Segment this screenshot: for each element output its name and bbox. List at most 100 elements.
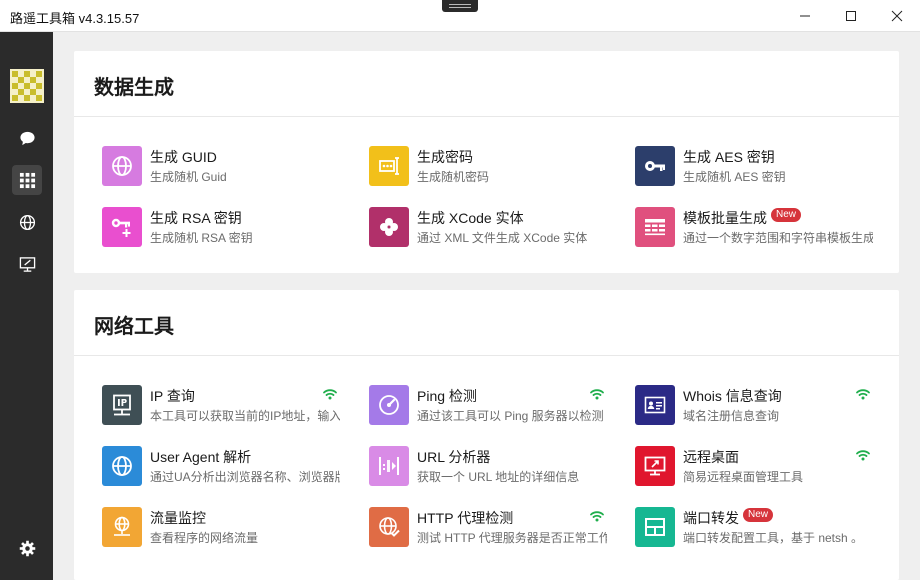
minimize-button[interactable] (782, 0, 828, 32)
tool-icon-tile (102, 146, 142, 186)
password-field-icon (379, 157, 399, 175)
tool-name-text: IP 查询 (150, 388, 195, 404)
tool-name-text: HTTP 代理检测 (417, 510, 514, 526)
tool-item[interactable]: URL 分析器 获取一个 URL 地址的详细信息 (369, 444, 609, 488)
tool-name: Ping 检测 (417, 386, 477, 406)
tool-name-text: User Agent 解析 (150, 449, 252, 465)
new-badge: New (743, 508, 774, 522)
tool-description: 通过该工具可以 Ping 服务器以检测 (417, 409, 604, 423)
tool-name: 生成 XCode 实体 (417, 208, 524, 228)
key-plus-icon (111, 218, 131, 237)
tool-name-text: Whois 信息查询 (683, 388, 782, 404)
tool-name-text: 生成 XCode 实体 (417, 210, 524, 226)
tool-icon-tile (102, 507, 142, 547)
monitor-icon (19, 256, 35, 272)
tool-name: 流量监控 (150, 508, 206, 528)
globe-icon (112, 156, 132, 176)
tool-item[interactable]: IP 查询本工具可以获取当前的IP地址，输入 (102, 383, 342, 427)
globe-icon (112, 456, 132, 476)
tool-name-text: 流量监控 (150, 510, 206, 526)
tool-item[interactable]: User Agent 解析 通过UA分析出浏览器名称、浏览器版 (102, 444, 342, 488)
tool-item[interactable]: 生成 AES 密钥 生成随机 AES 密钥 (635, 144, 875, 188)
tool-item[interactable]: Ping 检测通过该工具可以 Ping 服务器以检测 (369, 383, 609, 427)
divider (74, 116, 899, 117)
sidebar (0, 32, 53, 580)
globe-check-icon (379, 517, 400, 537)
tool-description: 域名注册信息查询 (683, 409, 780, 423)
tool-description: 本工具可以获取当前的IP地址，输入 (150, 409, 340, 423)
new-badge: New (771, 208, 802, 222)
nav-chat-button[interactable] (12, 123, 42, 153)
app-logo (10, 69, 44, 103)
section-title: 网络工具 (94, 316, 174, 338)
grid-icon (19, 172, 35, 188)
tool-name-text: 生成密码 (417, 149, 473, 165)
tool-name: IP 查询 (150, 386, 195, 406)
tool-item[interactable]: 生成密码 生成随机密码 (369, 144, 609, 188)
tool-icon-tile (369, 385, 409, 425)
nav-apps-button[interactable] (12, 165, 42, 195)
signal-icon (856, 450, 870, 461)
chat-bubble-icon (19, 131, 35, 145)
tool-name: 生成 RSA 密钥 (150, 208, 242, 228)
tool-description: 生成随机 AES 密钥 (683, 170, 786, 184)
drag-handle[interactable] (442, 0, 478, 12)
nav-remote-button[interactable] (12, 249, 42, 279)
tool-name-text: 模板批量生成 (683, 210, 767, 226)
tool-name: 生成 GUID (150, 147, 217, 167)
tool-description: 简易远程桌面管理工具 (683, 470, 804, 484)
globe-icon (19, 214, 35, 230)
tool-icon-tile (102, 385, 142, 425)
tool-name-text: 生成 GUID (150, 149, 217, 165)
port-forward-icon (645, 518, 665, 536)
signal-icon (856, 389, 870, 400)
tool-item[interactable]: 远程桌面简易远程桌面管理工具 (635, 444, 875, 488)
tool-description: 生成随机 RSA 密钥 (150, 231, 253, 245)
main-content: 数据生成 生成 GUID 生成随机 Guid 生成密码 生成随机密码 生成 AES 密钥… (53, 32, 920, 580)
tool-name: 远程桌面 (683, 447, 739, 467)
minimize-icon (800, 15, 810, 17)
tool-name: 生成密码 (417, 147, 473, 167)
tool-name: 端口转发 New (683, 508, 774, 528)
tool-item[interactable]: HTTP 代理检测 测试 HTTP 代理服务器是否正常工作 (369, 505, 609, 549)
tool-icon-tile (369, 207, 409, 247)
gauge-icon (379, 395, 399, 415)
tool-icon-tile (369, 446, 409, 486)
tool-name-text: 端口转发 (683, 510, 739, 526)
tool-icon-tile (635, 446, 675, 486)
maximize-button[interactable] (828, 0, 874, 32)
section-network-tools: 网络工具 IP 查询本工具可以获取当前的IP地址，输入 Ping 检测通过该工具可… (74, 290, 899, 580)
signal-icon (590, 511, 604, 522)
settings-button[interactable] (12, 533, 42, 563)
tool-item[interactable]: 生成 XCode 实体通过 XML 文件生成 XCode 实体 (369, 205, 609, 249)
tool-item[interactable]: 模板批量生成 New 通过一个数字范围和字符串模板生成 (635, 205, 875, 249)
tool-icon-tile (635, 146, 675, 186)
tool-icon-tile (102, 446, 142, 486)
tool-icon-tile (369, 146, 409, 186)
close-icon (891, 10, 903, 22)
tool-icon-tile (635, 207, 675, 247)
section-data-generation: 数据生成 生成 GUID 生成随机 Guid 生成密码 生成随机密码 生成 AES 密钥… (74, 51, 899, 273)
nav-network-button[interactable] (12, 207, 42, 237)
tool-item[interactable]: 流量监控 查看程序的网络流量 (102, 505, 342, 549)
signal-icon (323, 389, 337, 400)
tool-description: 通过 XML 文件生成 XCode 实体 (417, 231, 588, 245)
tool-item[interactable]: 端口转发 New 端口转发配置工具，基于 netsh 。 (635, 505, 875, 549)
tool-name: 生成 AES 密钥 (683, 147, 775, 167)
tool-icon-tile (635, 507, 675, 547)
clover-icon (380, 218, 398, 236)
signal-icon (590, 389, 604, 400)
tool-item[interactable]: Whois 信息查询 域名注册信息查询 (635, 383, 875, 427)
maximize-icon (846, 11, 856, 21)
tool-item[interactable]: 生成 RSA 密钥生成随机 RSA 密钥 (102, 205, 342, 249)
tool-name-text: 生成 AES 密钥 (683, 149, 775, 165)
tool-item[interactable]: 生成 GUID 生成随机 Guid (102, 144, 342, 188)
tool-description: 生成随机 Guid (150, 170, 227, 184)
tool-name-text: Ping 检测 (417, 388, 477, 404)
tool-name: HTTP 代理检测 (417, 508, 513, 528)
title-bar[interactable]: 路遥工具箱 v4.3.15.57 (0, 0, 920, 32)
close-button[interactable] (874, 0, 920, 32)
tool-name-text: 远程桌面 (683, 449, 739, 465)
ip-icon (113, 394, 131, 416)
tool-icon-tile (635, 385, 675, 425)
